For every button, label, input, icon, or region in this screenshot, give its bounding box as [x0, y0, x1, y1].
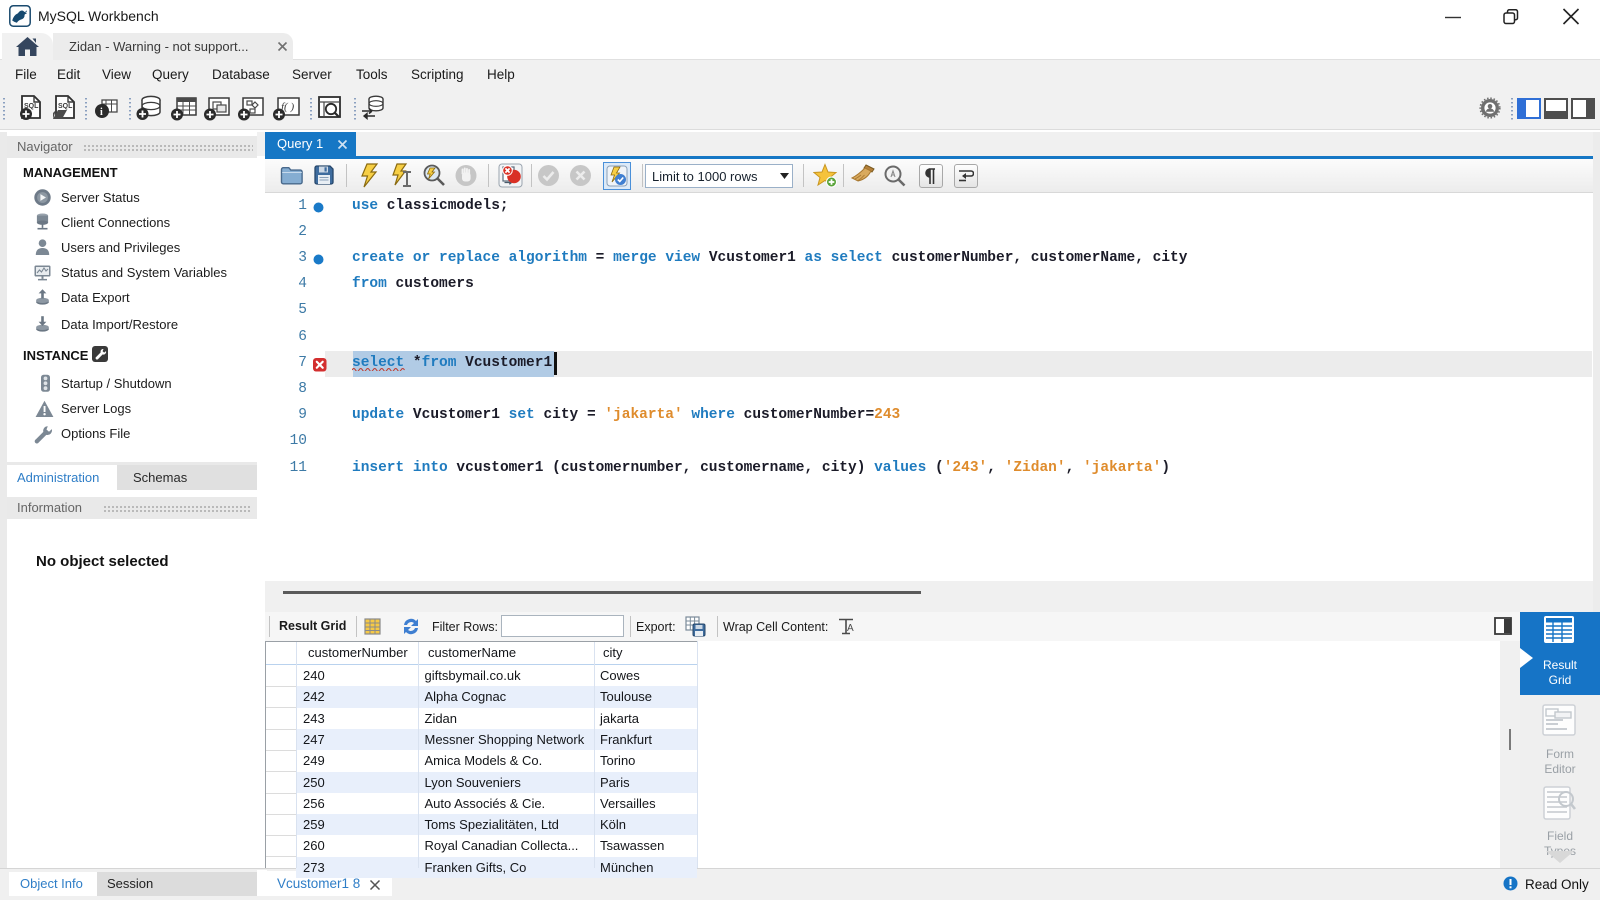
svg-text:i: i — [100, 107, 103, 118]
svg-text:A: A — [847, 623, 854, 634]
svg-text:SQL: SQL — [58, 103, 73, 110]
